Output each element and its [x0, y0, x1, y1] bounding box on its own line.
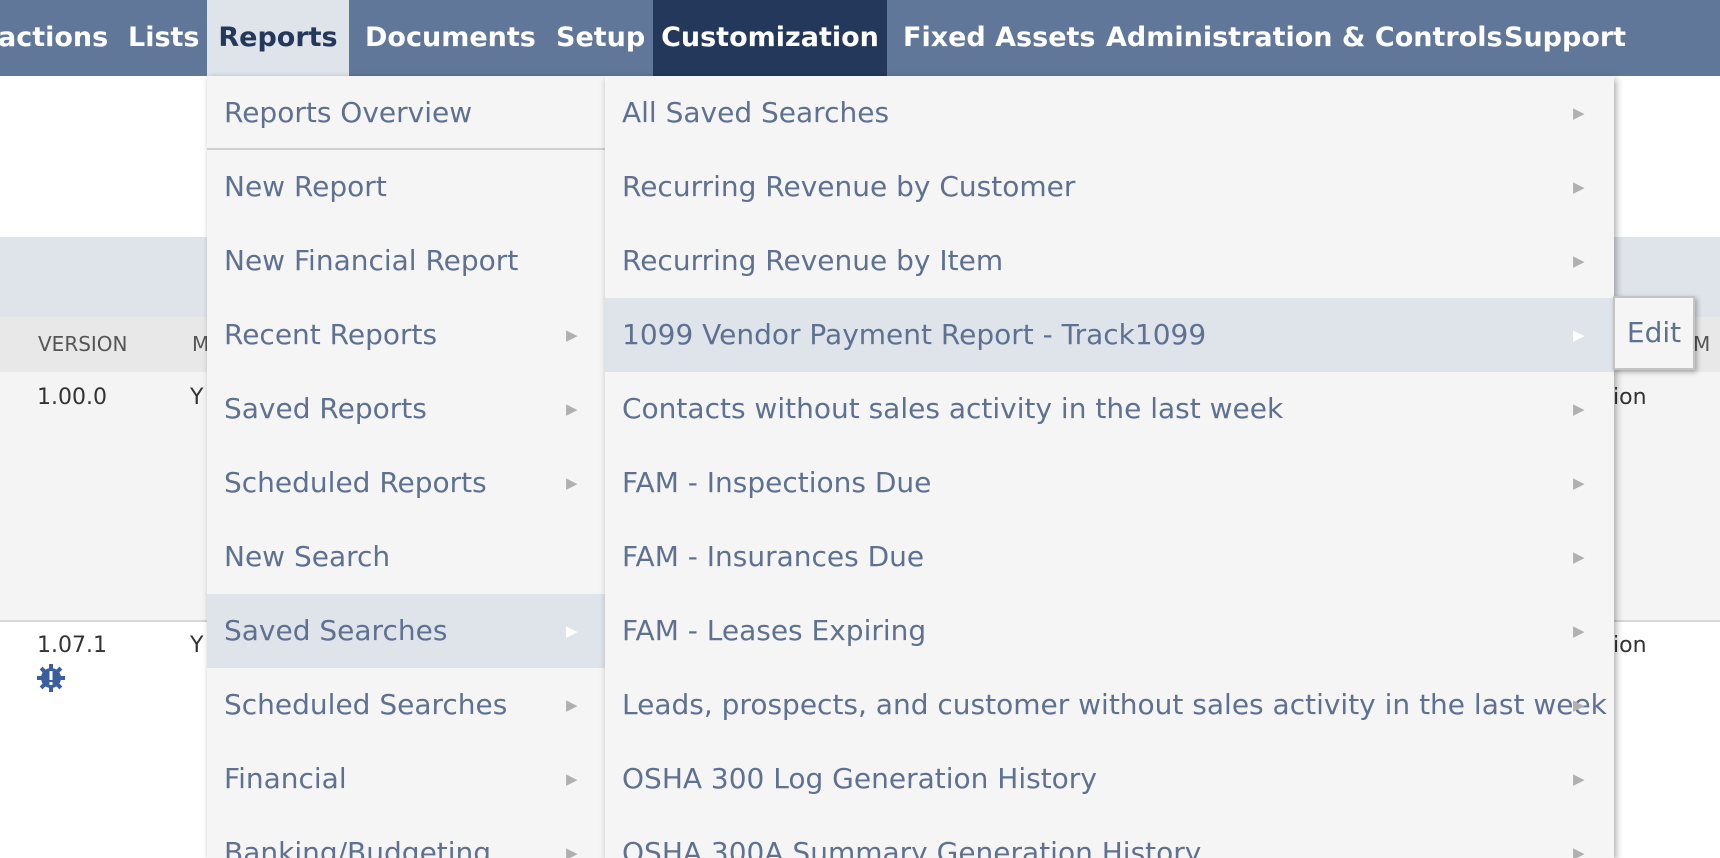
menu-item-scheduled-reports[interactable]: Scheduled Reports ▶ — [207, 446, 605, 520]
column-header-right-partial: M — [1693, 332, 1711, 356]
menu-item-label: Recurring Revenue by Customer — [622, 170, 1076, 203]
edit-flyout-button[interactable]: Edit — [1613, 296, 1695, 370]
menu-item-label: New Search — [224, 540, 391, 573]
submenu-arrow-icon: ▶ — [1573, 252, 1585, 270]
menu-item-label: Recurring Revenue by Item — [622, 244, 1004, 277]
submenu-arrow-icon: ▶ — [1573, 400, 1585, 418]
menu-item-label: Banking/Budgeting — [224, 836, 492, 858]
menu-item-saved-searches[interactable]: Saved Searches ▶ — [207, 594, 605, 668]
menu-item-label: FAM - Insurances Due — [622, 540, 925, 573]
menu-item-label: Financial — [224, 762, 347, 795]
menu-item-label: Saved Reports — [224, 392, 427, 425]
nav-fixed-assets[interactable]: Fixed Assets — [903, 0, 1095, 76]
submenu-arrow-icon: ▶ — [566, 770, 578, 788]
top-navigation-bar: actions Lists Reports Documents Setup Cu… — [0, 0, 1720, 76]
row-version: 1.07.1 — [37, 633, 107, 658]
row-version: 1.00.0 — [37, 385, 107, 410]
submenu-item-all-saved-searches[interactable]: All Saved Searches ▶ — [605, 76, 1614, 150]
menu-item-new-financial-report[interactable]: New Financial Report — [207, 224, 605, 298]
submenu-arrow-icon: ▶ — [1573, 326, 1585, 344]
submenu-arrow-icon: ▶ — [1573, 844, 1585, 858]
nav-support[interactable]: Support — [1504, 0, 1626, 76]
gear-alert-icon[interactable] — [36, 663, 66, 693]
submenu-arrow-icon: ▶ — [1573, 178, 1585, 196]
submenu-arrow-icon: ▶ — [566, 400, 578, 418]
nav-setup[interactable]: Setup — [556, 0, 645, 76]
submenu-item-osha-300a-summary[interactable]: OSHA 300A Summary Generation History ▶ — [605, 816, 1614, 858]
menu-item-label: Contacts without sales activity in the l… — [622, 392, 1284, 425]
submenu-item-fam-insurances-due[interactable]: FAM - Insurances Due ▶ — [605, 520, 1614, 594]
nav-documents[interactable]: Documents — [365, 0, 536, 76]
menu-item-label: FAM - Inspections Due — [622, 466, 932, 499]
submenu-arrow-icon: ▶ — [1573, 548, 1585, 566]
submenu-arrow-icon: ▶ — [566, 474, 578, 492]
submenu-arrow-icon: ▶ — [1573, 770, 1585, 788]
menu-item-saved-reports[interactable]: Saved Reports ▶ — [207, 372, 605, 446]
row-cell-right: ion — [1613, 385, 1647, 410]
menu-item-label: 1099 Vendor Payment Report - Track1099 — [622, 318, 1207, 351]
nav-customization[interactable]: Customization — [653, 0, 887, 76]
nav-transactions[interactable]: actions — [0, 0, 108, 76]
menu-item-scheduled-searches[interactable]: Scheduled Searches ▶ — [207, 668, 605, 742]
menu-item-new-report[interactable]: New Report — [207, 150, 605, 224]
submenu-arrow-icon: ▶ — [566, 844, 578, 858]
menu-item-label: New Financial Report — [224, 244, 519, 277]
menu-item-label: Scheduled Reports — [224, 466, 487, 499]
menu-item-reports-overview[interactable]: Reports Overview — [207, 76, 605, 150]
menu-item-label: Reports Overview — [224, 96, 473, 129]
saved-searches-submenu: All Saved Searches ▶ Recurring Revenue by… — [605, 76, 1614, 858]
submenu-arrow-icon: ▶ — [1573, 104, 1585, 122]
submenu-arrow-icon: ▶ — [566, 696, 578, 714]
submenu-arrow-icon: ▶ — [1573, 696, 1585, 714]
menu-item-label: Leads, prospects, and customer without s… — [622, 688, 1607, 721]
submenu-item-recurring-revenue-by-customer[interactable]: Recurring Revenue by Customer ▶ — [605, 150, 1614, 224]
menu-item-new-search[interactable]: New Search — [207, 520, 605, 594]
column-header-version: VERSION — [38, 332, 128, 356]
nav-lists[interactable]: Lists — [128, 0, 200, 76]
row-cell-right: ion — [1613, 633, 1647, 658]
submenu-item-contacts-without-sales-activity[interactable]: Contacts without sales activity in the l… — [605, 372, 1614, 446]
menu-item-label: OSHA 300A Summary Generation History — [622, 836, 1202, 858]
menu-item-label: New Report — [224, 170, 387, 203]
submenu-item-leads-prospects-customers[interactable]: Leads, prospects, and customer without s… — [605, 668, 1614, 742]
submenu-arrow-icon: ▶ — [1573, 622, 1585, 640]
menu-item-banking-budgeting[interactable]: Banking/Budgeting ▶ — [207, 816, 605, 858]
menu-item-label: Saved Searches — [224, 614, 448, 647]
menu-item-label: Scheduled Searches — [224, 688, 508, 721]
menu-item-label: Recent Reports — [224, 318, 438, 351]
submenu-arrow-icon: ▶ — [566, 622, 578, 640]
menu-item-label: FAM - Leases Expiring — [622, 614, 927, 647]
nav-reports[interactable]: Reports — [207, 0, 349, 76]
menu-item-financial[interactable]: Financial ▶ — [207, 742, 605, 816]
menu-item-label: All Saved Searches — [622, 96, 890, 129]
submenu-item-fam-inspections-due[interactable]: FAM - Inspections Due ▶ — [605, 446, 1614, 520]
submenu-arrow-icon: ▶ — [566, 326, 578, 344]
menu-item-recent-reports[interactable]: Recent Reports ▶ — [207, 298, 605, 372]
submenu-item-1099-vendor-payment-report[interactable]: 1099 Vendor Payment Report - Track1099 ▶ — [605, 298, 1614, 372]
submenu-item-recurring-revenue-by-item[interactable]: Recurring Revenue by Item ▶ — [605, 224, 1614, 298]
nav-administration-controls[interactable]: Administration & Controls — [1106, 0, 1503, 76]
row-cell-partial: Y — [190, 633, 204, 658]
submenu-item-fam-leases-expiring[interactable]: FAM - Leases Expiring ▶ — [605, 594, 1614, 668]
submenu-arrow-icon: ▶ — [1573, 474, 1585, 492]
reports-menu: Reports Overview New Report New Financia… — [207, 76, 605, 858]
row-cell-partial: Y — [190, 385, 204, 410]
menu-item-label: OSHA 300 Log Generation History — [622, 762, 1097, 795]
submenu-item-osha-300-log[interactable]: OSHA 300 Log Generation History ▶ — [605, 742, 1614, 816]
